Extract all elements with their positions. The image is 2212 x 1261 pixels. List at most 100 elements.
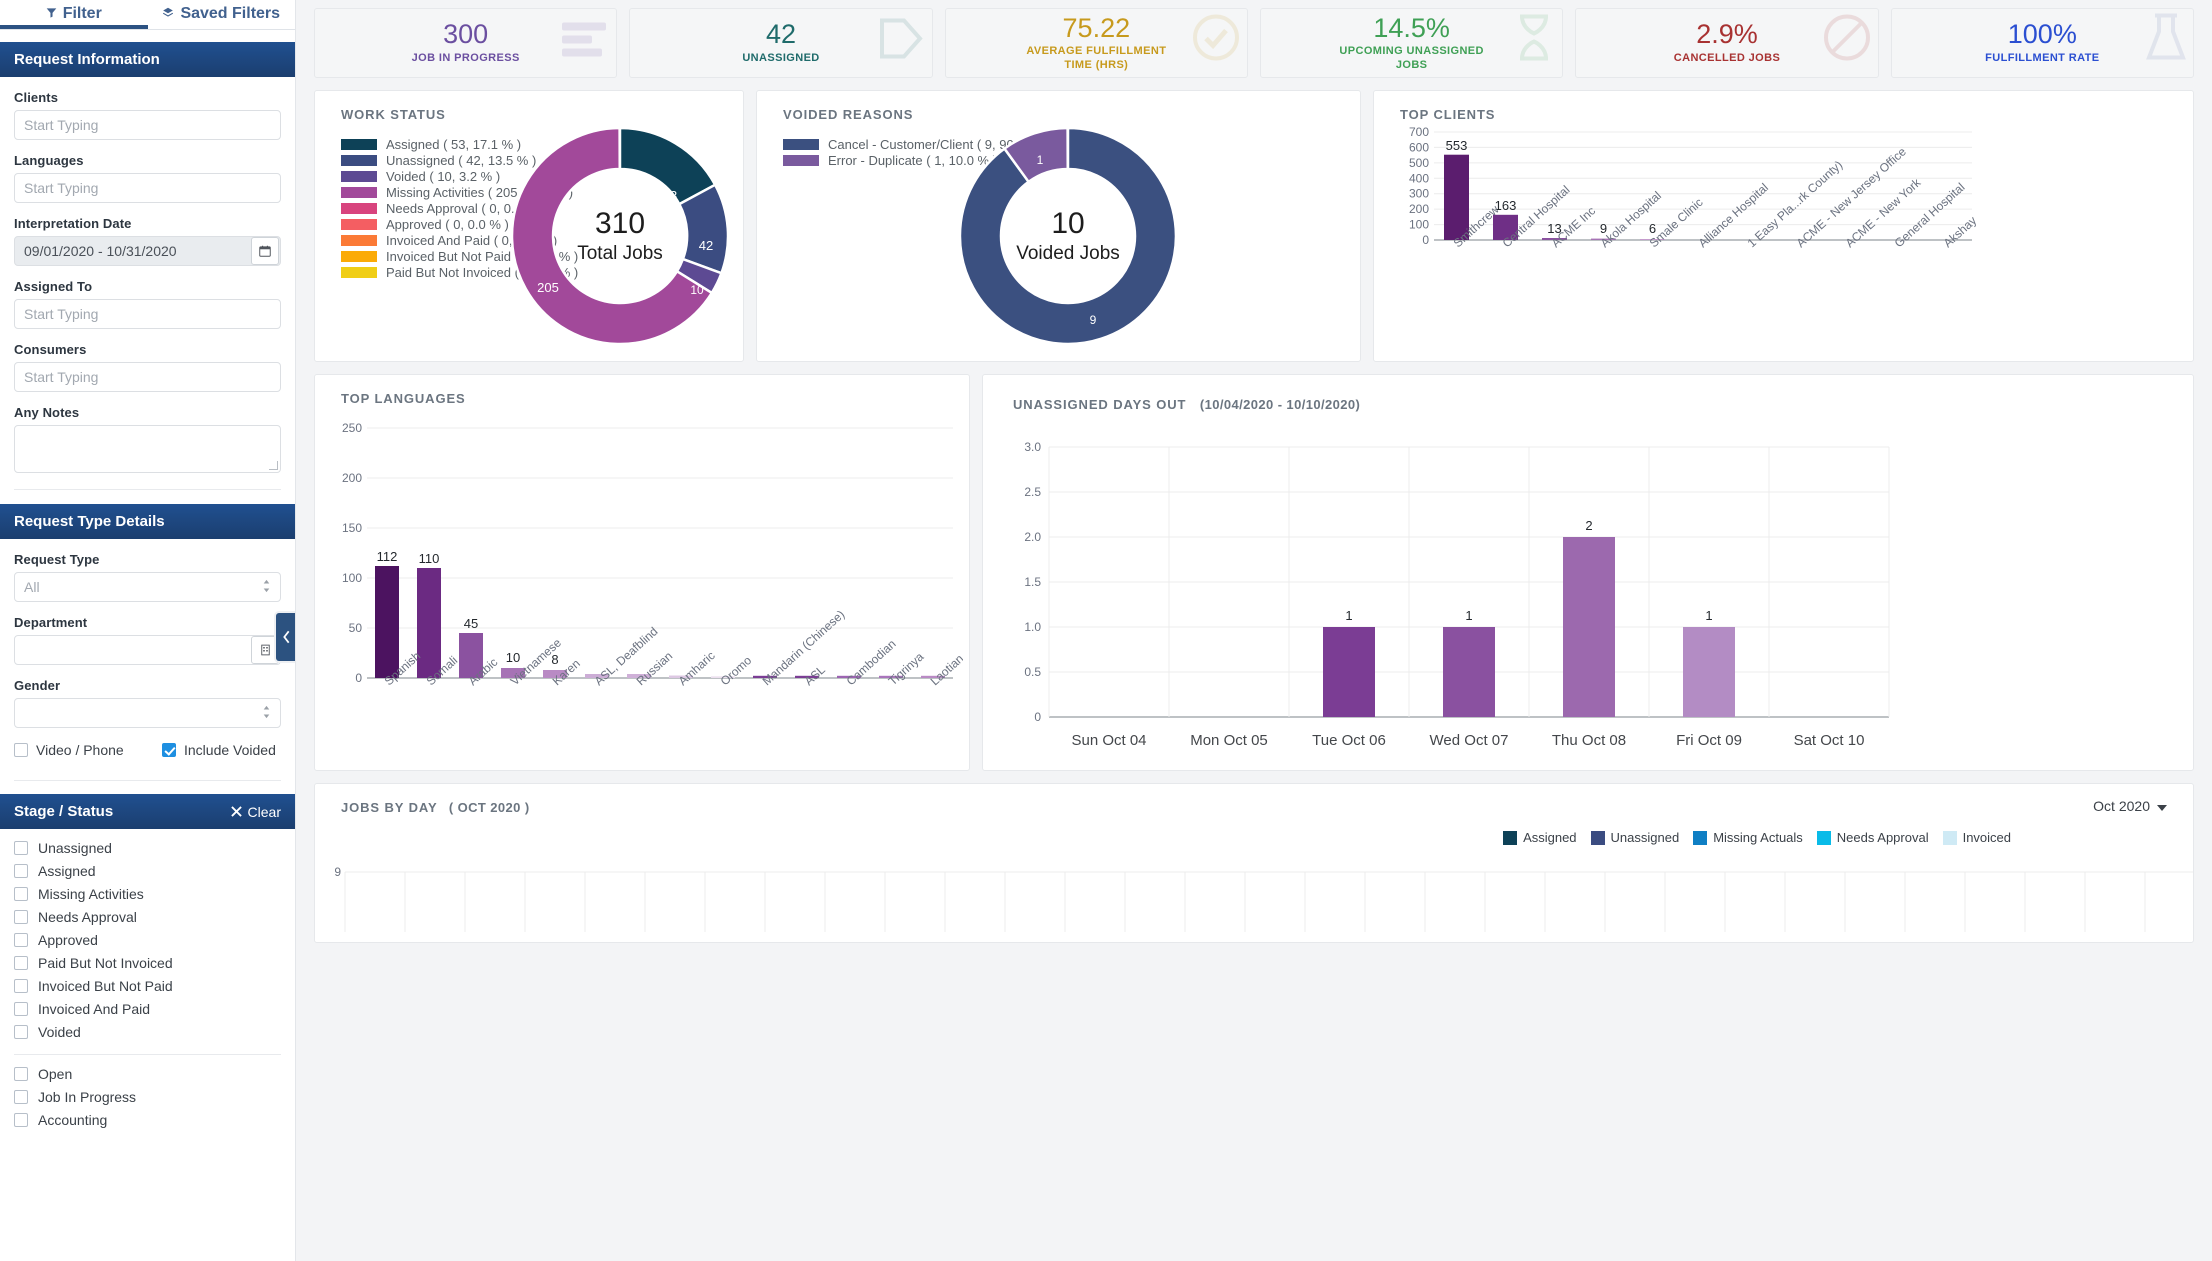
kpi-average-fulfillment-time[interactable]: 75.22 AVERAGE FULFILLMENT TIME (HRS) xyxy=(945,8,1248,78)
checkbox-job-in-progress[interactable] xyxy=(14,1090,28,1104)
request-type-select[interactable]: All xyxy=(14,572,281,602)
bar xyxy=(1323,627,1375,717)
bar-value: 1 xyxy=(1705,608,1712,623)
unassigned-days-out-title-main: UNASSIGNED DAYS OUT xyxy=(1013,397,1186,412)
legend-swatch xyxy=(341,187,377,198)
tab-filter[interactable]: Filter xyxy=(0,0,148,26)
slice-label: 10 xyxy=(690,283,704,297)
bar-value: 45 xyxy=(464,616,478,631)
jobs-by-day-title-main: JOBS BY DAY xyxy=(341,800,437,815)
card-jobs-by-day: JOBS BY DAY ( OCT 2020 ) Oct 2020 Assign… xyxy=(314,783,2194,943)
work-status-title: WORK STATUS xyxy=(315,91,743,122)
jobs-by-day-month-selector[interactable]: Oct 2020 xyxy=(2093,784,2193,814)
work-status-donut[interactable]: 53 42 10 205 310 Total Jobs xyxy=(505,121,735,351)
slice-label: 1 xyxy=(1037,153,1044,167)
kpi-fulfillment-rate-label: FULFILLMENT RATE xyxy=(1985,52,2099,66)
any-notes-textarea[interactable] xyxy=(14,425,281,473)
interpretation-date-input[interactable]: 09/01/2020 - 10/31/2020 xyxy=(14,236,281,266)
checkrow-job-in-progress[interactable]: Job In Progress xyxy=(0,1087,295,1106)
funnel-icon xyxy=(46,5,57,23)
kpi-job-in-progress[interactable]: 300 JOB IN PROGRESS xyxy=(314,8,617,78)
top-languages-chart[interactable]: 250 200 150 100 50 0 112 110 45 xyxy=(323,403,963,763)
clear-stage-status-button[interactable]: Clear xyxy=(231,804,281,820)
section-request-information: Request Information xyxy=(0,42,295,77)
checkrow-missing-activities[interactable]: Missing Activities xyxy=(0,884,295,903)
top-clients-chart[interactable]: 700 600 500 400 300 200 100 0 553 163 xyxy=(1392,123,1992,351)
toggles-row: Video / Phone Include Voided xyxy=(0,742,295,758)
checkbox-invoiced-not-paid[interactable] xyxy=(14,979,28,993)
legend-label: Assigned ( 53, 17.1 % ) xyxy=(386,137,521,152)
checkrow-invoiced-and-paid[interactable]: Invoiced And Paid xyxy=(0,999,295,1018)
checkrow-approved[interactable]: Approved xyxy=(0,930,295,949)
checkrow-open[interactable]: Open xyxy=(0,1064,295,1083)
checkbox-needs-approval[interactable] xyxy=(14,910,28,924)
include-voided-checkbox[interactable] xyxy=(162,743,176,757)
voided-reasons-donut[interactable]: 1 9 10 Voided Jobs xyxy=(953,121,1183,351)
section-request-information-title: Request Information xyxy=(14,51,160,68)
field-gender: Gender xyxy=(0,678,295,728)
bar-value: 1 xyxy=(1345,608,1352,623)
checkrow-voided[interactable]: Voided xyxy=(0,1022,295,1041)
legend-label: Needs Approval xyxy=(1837,830,1929,845)
checkrow-paid-not-invoiced[interactable]: Paid But Not Invoiced xyxy=(0,953,295,972)
dashboard-root: Filter Saved Filters Request Information… xyxy=(0,0,2212,1261)
y-tick: 0 xyxy=(1034,710,1041,724)
include-voided-toggle[interactable]: Include Voided xyxy=(162,742,276,758)
checkbox-unassigned[interactable] xyxy=(14,841,28,855)
checkrow-accounting[interactable]: Accounting xyxy=(0,1110,295,1129)
card-work-status: WORK STATUS Assigned ( 53, 17.1 % ) Unas… xyxy=(314,90,744,362)
label-clients: Clients xyxy=(14,90,281,105)
video-phone-toggle[interactable]: Video / Phone xyxy=(14,742,162,758)
tab-filter-label: Filter xyxy=(63,5,102,23)
checkbox-assigned[interactable] xyxy=(14,864,28,878)
flask-icon xyxy=(2145,10,2187,77)
assigned-to-input[interactable]: Start Typing xyxy=(14,299,281,329)
kpi-unassigned[interactable]: 42 UNASSIGNED xyxy=(629,8,932,78)
kpi-average-fulfillment-time-value: 75.22 xyxy=(1063,14,1131,42)
donut-center-value: 310 xyxy=(595,207,645,240)
card-top-languages: TOP LANGUAGES 250 200 150 100 xyxy=(314,374,970,771)
tab-saved-filters-label: Saved Filters xyxy=(180,5,280,23)
checkbox-open[interactable] xyxy=(14,1067,28,1081)
label-department: Department xyxy=(14,615,281,630)
checkbox-paid-not-invoiced[interactable] xyxy=(14,956,28,970)
tag-icon xyxy=(876,10,926,77)
unassigned-days-out-chart[interactable]: 3.0 2.5 2.0 1.5 1.0 0.5 0 1 1 2 xyxy=(989,427,1919,767)
consumers-input[interactable]: Start Typing xyxy=(14,362,281,392)
section-stage-status-title: Stage / Status xyxy=(14,803,113,820)
y-tick: 1.5 xyxy=(1024,575,1041,589)
y-tick: 200 xyxy=(1409,202,1429,216)
legend-label: Assigned xyxy=(1523,830,1576,845)
clear-label: Clear xyxy=(248,804,281,820)
bar xyxy=(1683,627,1735,717)
kpi-cancelled-jobs[interactable]: 2.9% CANCELLED JOBS xyxy=(1575,8,1878,78)
gender-select[interactable] xyxy=(14,698,281,728)
building-icon[interactable] xyxy=(251,636,279,664)
sidebar-collapse-handle[interactable] xyxy=(276,613,296,661)
clients-input[interactable]: Start Typing xyxy=(14,110,281,140)
checkbox-voided[interactable] xyxy=(14,1025,28,1039)
label-voided: Voided xyxy=(38,1024,81,1040)
department-input[interactable] xyxy=(14,635,281,665)
checkbox-accounting[interactable] xyxy=(14,1113,28,1127)
tab-saved-filters[interactable]: Saved Filters xyxy=(148,0,296,26)
kpi-upcoming-unassigned-jobs[interactable]: 14.5% UPCOMING UNASSIGNED JOBS xyxy=(1260,8,1563,78)
label-invoiced-and-paid: Invoiced And Paid xyxy=(38,1001,150,1017)
checkrow-unassigned[interactable]: Unassigned xyxy=(0,838,295,857)
checkrow-invoiced-not-paid[interactable]: Invoiced But Not Paid xyxy=(0,976,295,995)
checkbox-approved[interactable] xyxy=(14,933,28,947)
kpi-fulfillment-rate[interactable]: 100% FULFILLMENT RATE xyxy=(1891,8,2194,78)
checkbox-invoiced-and-paid[interactable] xyxy=(14,1002,28,1016)
checkrow-assigned[interactable]: Assigned xyxy=(0,861,295,880)
languages-input[interactable]: Start Typing xyxy=(14,173,281,203)
video-phone-checkbox[interactable] xyxy=(14,743,28,757)
label-invoiced-not-paid: Invoiced But Not Paid xyxy=(38,978,173,994)
label-assigned-to: Assigned To xyxy=(14,279,281,294)
interpretation-date-value: 09/01/2020 - 10/31/2020 xyxy=(24,243,177,259)
section-request-type-details-title: Request Type Details xyxy=(14,513,165,530)
card-voided-reasons: VOIDED REASONS Cancel - Customer/Client … xyxy=(756,90,1361,362)
checkbox-missing-activities[interactable] xyxy=(14,887,28,901)
checkrow-needs-approval[interactable]: Needs Approval xyxy=(0,907,295,926)
calendar-icon[interactable] xyxy=(251,237,279,265)
jobs-by-day-chart[interactable]: 9 xyxy=(323,862,2194,932)
